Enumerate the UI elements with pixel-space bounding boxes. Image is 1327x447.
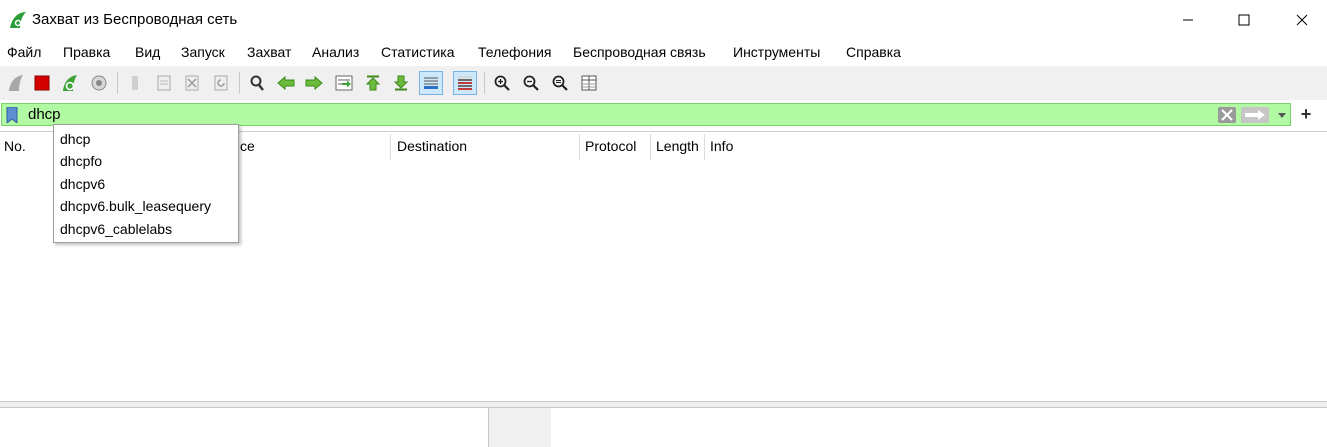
autocomplete-item[interactable]: dhcpv6.bulk_leasequery (60, 198, 211, 214)
open-file-button[interactable] (123, 71, 147, 95)
column-separator (650, 134, 651, 160)
clear-filter-icon (1218, 107, 1236, 123)
go-back-button[interactable] (274, 71, 298, 95)
go-to-packet-icon (335, 75, 353, 91)
column-header-info[interactable]: Info (710, 138, 733, 154)
chevron-down-icon (1278, 113, 1286, 118)
close-icon (1296, 14, 1308, 26)
colorize-button[interactable] (453, 71, 477, 95)
autoscroll-icon (424, 77, 438, 89)
menu-bar: Файл Правка Вид Запуск Захват Анализ Ста… (0, 40, 1327, 66)
column-header-destination[interactable]: Destination (397, 138, 467, 154)
save-file-icon (157, 75, 171, 91)
menu-wireless[interactable]: Беспроводная связь (573, 44, 706, 60)
zoom-in-button[interactable] (490, 71, 514, 95)
menu-view[interactable]: Вид (135, 44, 160, 60)
pane-splitter-vertical[interactable] (489, 408, 497, 447)
menu-capture[interactable]: Захват (247, 44, 291, 60)
window-title: Захват из Беспроводная сеть (32, 11, 238, 28)
zoom-normal-button[interactable] (548, 71, 572, 95)
menu-edit[interactable]: Правка (63, 44, 110, 60)
zoom-out-icon (523, 75, 539, 91)
find-packet-button[interactable] (245, 71, 269, 95)
toolbar-separator (484, 72, 485, 94)
go-last-packet-icon (393, 75, 409, 91)
start-capture-button[interactable] (4, 71, 28, 95)
column-header-source[interactable]: ce (240, 138, 255, 154)
save-file-button[interactable] (152, 71, 176, 95)
column-header-no[interactable]: No. (4, 138, 26, 154)
autocomplete-item[interactable]: dhcpv6 (60, 176, 105, 192)
packet-bytes-pane[interactable] (497, 408, 1327, 447)
column-separator (704, 134, 705, 160)
column-header-protocol[interactable]: Protocol (585, 138, 636, 154)
menu-help[interactable]: Справка (846, 44, 901, 60)
menu-go[interactable]: Запуск (181, 44, 225, 60)
start-capture-icon (9, 75, 23, 91)
open-file-icon (132, 76, 138, 90)
autocomplete-item[interactable]: dhcpv6_cablelabs (60, 221, 172, 237)
wireshark-fin-icon (8, 10, 28, 30)
menu-telephony[interactable]: Телефония (478, 44, 551, 60)
close-button[interactable] (1277, 0, 1327, 40)
capture-options-icon (91, 75, 107, 91)
go-first-packet-icon (365, 75, 381, 91)
apply-filter-arrow-icon (1241, 107, 1269, 123)
display-filter-field (1, 103, 1291, 126)
menu-tools[interactable]: Инструменты (733, 44, 820, 60)
packet-bytes-offset-gutter (497, 408, 551, 447)
find-packet-icon (250, 75, 264, 91)
title-bar: Захват из Беспроводная сеть (0, 0, 1327, 40)
go-forward-icon (305, 75, 323, 91)
maximize-icon (1238, 14, 1250, 26)
zoom-normal-icon (552, 75, 568, 91)
autocomplete-item[interactable]: dhcpfo (60, 153, 102, 169)
maximize-button[interactable] (1219, 0, 1269, 40)
go-to-packet-button[interactable] (332, 71, 356, 95)
toolbar-separator (117, 72, 118, 94)
reload-file-button[interactable] (209, 71, 233, 95)
add-filter-button-icon[interactable]: + (1296, 104, 1316, 124)
menu-file[interactable]: Файл (7, 44, 41, 60)
packet-details-pane[interactable] (0, 408, 489, 447)
restart-capture-icon (63, 75, 77, 91)
main-toolbar (0, 66, 1327, 100)
resize-columns-icon (581, 75, 597, 91)
restart-capture-button[interactable] (58, 71, 82, 95)
filter-autocomplete-popup: dhcp dhcpfo dhcpv6 dhcpv6.bulk_leasequer… (53, 124, 239, 243)
toolbar-separator (239, 72, 240, 94)
zoom-in-icon (494, 75, 510, 91)
go-last-packet-button[interactable] (389, 71, 413, 95)
go-forward-button[interactable] (302, 71, 326, 95)
menu-analyze[interactable]: Анализ (312, 44, 359, 60)
close-file-icon (185, 75, 199, 91)
colorize-icon (458, 76, 472, 90)
column-separator (579, 134, 580, 160)
stop-capture-button[interactable] (30, 71, 54, 95)
filter-history-dropdown[interactable] (1274, 106, 1290, 124)
autocomplete-item[interactable]: dhcp (60, 131, 90, 147)
display-filter-input[interactable] (24, 105, 1212, 124)
clear-filter-button[interactable] (1217, 106, 1237, 124)
pane-splitter[interactable] (0, 401, 1327, 408)
stop-capture-icon (34, 75, 50, 91)
apply-filter-button[interactable] (1240, 106, 1270, 124)
column-separator (390, 134, 391, 160)
menu-statistics[interactable]: Статистика (381, 44, 455, 60)
column-header-length[interactable]: Length (656, 138, 699, 154)
go-back-icon (277, 75, 295, 91)
go-first-packet-button[interactable] (361, 71, 385, 95)
minimize-button[interactable] (1163, 0, 1213, 40)
minimize-icon (1183, 19, 1193, 21)
zoom-out-button[interactable] (519, 71, 543, 95)
autoscroll-button[interactable] (419, 71, 443, 95)
capture-options-button[interactable] (87, 71, 111, 95)
bookmark-icon[interactable] (6, 106, 18, 125)
reload-file-icon (214, 75, 228, 91)
close-file-button[interactable] (180, 71, 204, 95)
resize-columns-button[interactable] (577, 71, 601, 95)
